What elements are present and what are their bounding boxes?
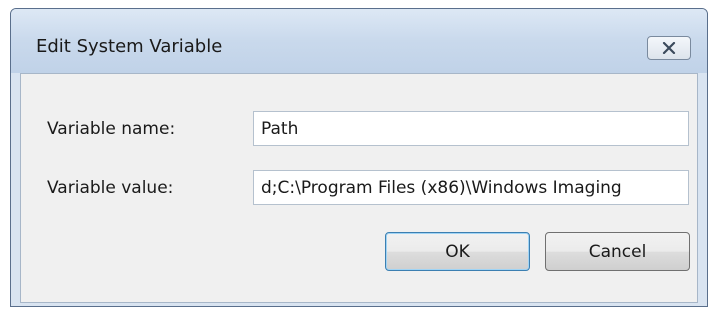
cancel-button[interactable]: Cancel: [545, 232, 690, 271]
close-button[interactable]: [647, 36, 691, 60]
dialog-titlebar[interactable]: Edit System Variable: [11, 9, 707, 73]
variable-name-input[interactable]: [253, 111, 689, 146]
ok-button[interactable]: OK: [385, 232, 530, 271]
dialog-title: Edit System Variable: [36, 36, 223, 57]
variable-value-label: Variable value:: [47, 178, 174, 198]
dialog-body: Variable name: Variable value: OK Cancel: [20, 73, 698, 303]
close-icon: [662, 42, 676, 54]
variable-value-input[interactable]: [253, 170, 689, 205]
variable-name-label: Variable name:: [47, 119, 176, 139]
edit-system-variable-dialog: Edit System Variable Variable name: Vari…: [10, 8, 708, 307]
